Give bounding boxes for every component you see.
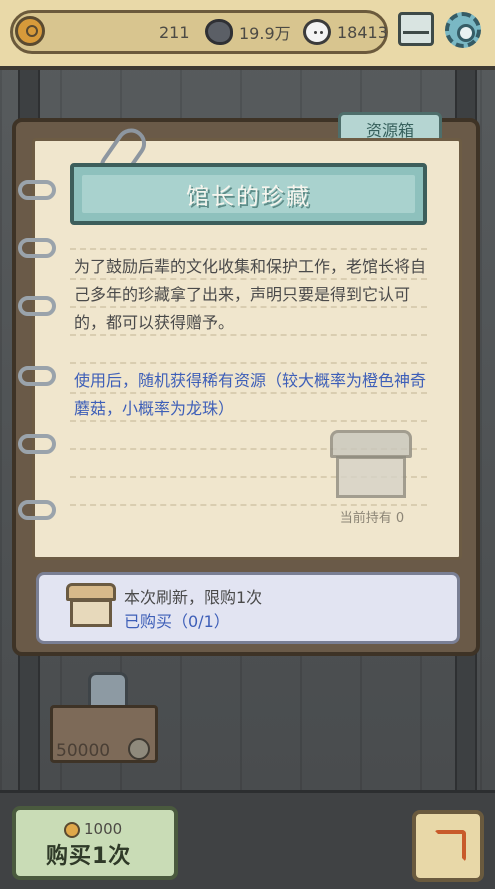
item-description: 为了鼓励后辈的文化收集和保护工作，老馆长将自己多年的珍藏拿了出来，声明只要是得到… [74, 257, 427, 332]
blob-count: 19.9万 [239, 24, 291, 43]
coin-icon [64, 822, 80, 838]
medal-icon [15, 16, 45, 46]
binder-ring [18, 238, 56, 258]
badge-icon [128, 738, 150, 760]
binder-ring [18, 296, 56, 316]
refresh-icon [434, 830, 466, 862]
binder-ring [18, 500, 56, 520]
gear-icon[interactable] [445, 12, 481, 48]
holding-count: 当前持有 0 [339, 511, 405, 526]
resource-panel: 211 19.9万 18413 [10, 10, 388, 54]
shop-icon [66, 583, 116, 629]
limit-text: 本次刷新，限购1次 [124, 588, 263, 607]
binder-ring [18, 366, 56, 386]
sign-value: 50000 [56, 741, 111, 761]
buy-label: 购买1次 [46, 844, 132, 869]
item-title: 馆长的珍藏 [186, 184, 311, 210]
treasure-chest-icon [330, 430, 412, 500]
bubble-count: 18413 [337, 22, 388, 42]
binder-ring [18, 434, 56, 454]
lamp-icon [88, 672, 128, 708]
item-effect: 使用后，随机获得稀有资源（较大概率为橙色神奇蘑菇，小概率为龙珠） [74, 371, 427, 418]
title-banner: 馆长的珍藏 [70, 163, 427, 225]
top-resource-bar: 211 19.9万 18413 [0, 0, 495, 70]
blob-icon [205, 19, 233, 45]
bought-status: 已购买（0/1） [124, 612, 230, 631]
blob-cell: 19.9万 [205, 13, 291, 51]
medal-count: 211 [159, 22, 190, 42]
bubble-cell: 18413 [303, 13, 388, 51]
price: 1000 [84, 820, 123, 838]
binder-ring [18, 180, 56, 200]
bubble-icon [303, 19, 331, 45]
ruled-line [70, 504, 427, 506]
mail-icon[interactable] [398, 12, 434, 46]
ruled-line [70, 248, 427, 250]
ruled-line [70, 362, 427, 364]
